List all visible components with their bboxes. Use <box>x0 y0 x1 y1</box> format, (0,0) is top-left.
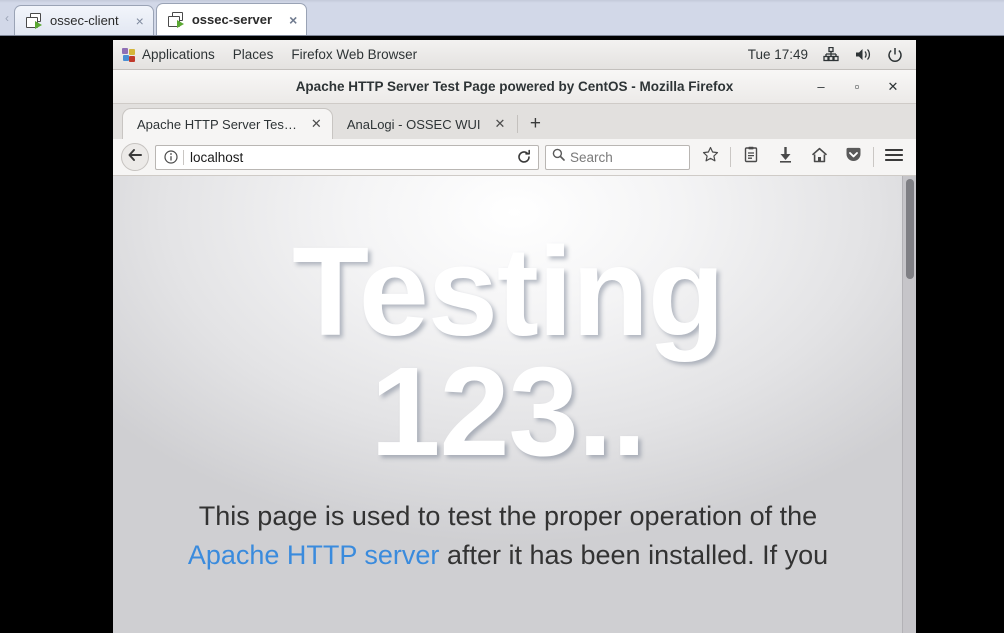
gnome-top-panel: Applications Places Firefox Web Browser … <box>113 40 916 70</box>
panel-clock[interactable]: Tue 17:49 <box>748 47 808 62</box>
scrollbar-thumb[interactable] <box>906 179 914 279</box>
bookmark-button[interactable] <box>696 143 724 171</box>
page-info-icon[interactable] <box>162 150 180 164</box>
close-icon[interactable]: ✕ <box>494 116 505 132</box>
apache-http-server-link[interactable]: Apache HTTP server <box>188 540 440 570</box>
vbox-tab-ossec-server[interactable]: ossec-server × <box>155 3 308 35</box>
minimize-button[interactable]: – <box>814 80 828 93</box>
menu-places-label: Places <box>232 47 274 62</box>
menu-firefox-label: Firefox Web Browser <box>291 47 418 62</box>
firefox-navigation-toolbar: localhost Search <box>113 139 916 176</box>
applications-icon <box>122 47 136 62</box>
vbox-tab-label: ossec-client <box>50 13 119 28</box>
home-button[interactable] <box>805 143 833 171</box>
search-bar[interactable]: Search <box>545 144 690 170</box>
close-icon[interactable]: × <box>136 14 144 28</box>
apache-test-page: Testing 123.. This page is used to test … <box>113 176 903 574</box>
tabstrip-scroll-left-button[interactable]: ‹ <box>0 1 14 35</box>
menu-firefox-web-browser[interactable]: Firefox Web Browser <box>282 40 426 70</box>
close-icon[interactable]: ✕ <box>311 116 322 132</box>
url-input[interactable]: localhost <box>190 150 512 165</box>
url-bar[interactable]: localhost <box>155 144 539 170</box>
library-icon <box>743 146 759 168</box>
tab-label: Apache HTTP Server Tes… <box>137 116 297 132</box>
downloads-button[interactable] <box>771 143 799 171</box>
toolbar-separator <box>730 147 731 167</box>
volume-icon[interactable] <box>854 46 872 64</box>
home-icon <box>811 147 828 168</box>
pocket-button[interactable] <box>839 143 867 171</box>
virtual-machine-icon <box>26 12 43 29</box>
pocket-icon <box>845 147 862 168</box>
paragraph-text-after: after it has been installed. If you <box>439 539 829 570</box>
vbox-tab-label: ossec-server <box>191 12 273 27</box>
virtual-machine-icon <box>167 11 185 28</box>
paragraph-text-before: This page is used to test the proper ope… <box>198 501 818 532</box>
menu-places[interactable]: Places <box>224 40 283 70</box>
power-icon[interactable] <box>886 46 904 64</box>
screen-root: ‹ ossec-client × ossec-server × Applicat… <box>0 0 1004 633</box>
virtualbox-tab-strip: ‹ ossec-client × ossec-server × <box>0 0 1004 36</box>
guest-display: Applications Places Firefox Web Browser … <box>113 40 916 633</box>
tab-analogi-ossec-wui[interactable]: AnaLogi - OSSEC WUI ✕ <box>333 109 516 139</box>
page-title: Testing 123.. <box>113 229 903 482</box>
maximize-button[interactable]: ▫ <box>850 80 864 93</box>
new-tab-button[interactable]: + <box>520 109 550 139</box>
page-paragraph: This page is used to test the proper ope… <box>168 497 848 574</box>
reload-icon[interactable] <box>512 149 536 165</box>
library-button[interactable] <box>737 143 765 171</box>
firefox-window: Apache HTTP Server Test Page powered by … <box>113 70 916 633</box>
tab-separator <box>517 115 519 133</box>
search-input[interactable]: Search <box>570 150 613 165</box>
menu-applications[interactable]: Applications <box>113 40 224 70</box>
window-title: Apache HTTP Server Test Page powered by … <box>295 79 734 94</box>
firefox-tab-bar: Apache HTTP Server Tes… ✕ AnaLogi - OSSE… <box>113 104 916 139</box>
urlbar-divider <box>183 149 184 165</box>
close-icon[interactable]: × <box>289 13 297 27</box>
menu-applications-label: Applications <box>142 47 215 62</box>
toolbar-separator <box>873 147 874 167</box>
vertical-scrollbar[interactable] <box>902 176 916 633</box>
window-controls: – ▫ ✕ <box>814 80 916 93</box>
web-content-area: Testing 123.. This page is used to test … <box>113 176 916 633</box>
tabstrip-top-shade <box>0 0 1004 3</box>
close-button[interactable]: ✕ <box>886 80 900 93</box>
tab-label: AnaLogi - OSSEC WUI <box>346 116 481 132</box>
page-title-line2: 123.. <box>370 340 646 482</box>
network-icon[interactable] <box>822 46 840 64</box>
search-icon <box>552 148 565 166</box>
menu-button[interactable] <box>880 143 908 171</box>
back-arrow-icon <box>127 147 143 168</box>
vbox-tab-ossec-client[interactable]: ossec-client × <box>14 5 154 35</box>
download-arrow-icon <box>778 146 793 168</box>
back-button[interactable] <box>121 143 149 171</box>
firefox-titlebar: Apache HTTP Server Test Page powered by … <box>113 70 916 104</box>
hamburger-menu-icon <box>884 148 904 167</box>
star-icon <box>702 146 719 168</box>
panel-status-area: Tue 17:49 <box>748 46 916 64</box>
tab-apache-test-page[interactable]: Apache HTTP Server Tes… ✕ <box>122 108 333 139</box>
